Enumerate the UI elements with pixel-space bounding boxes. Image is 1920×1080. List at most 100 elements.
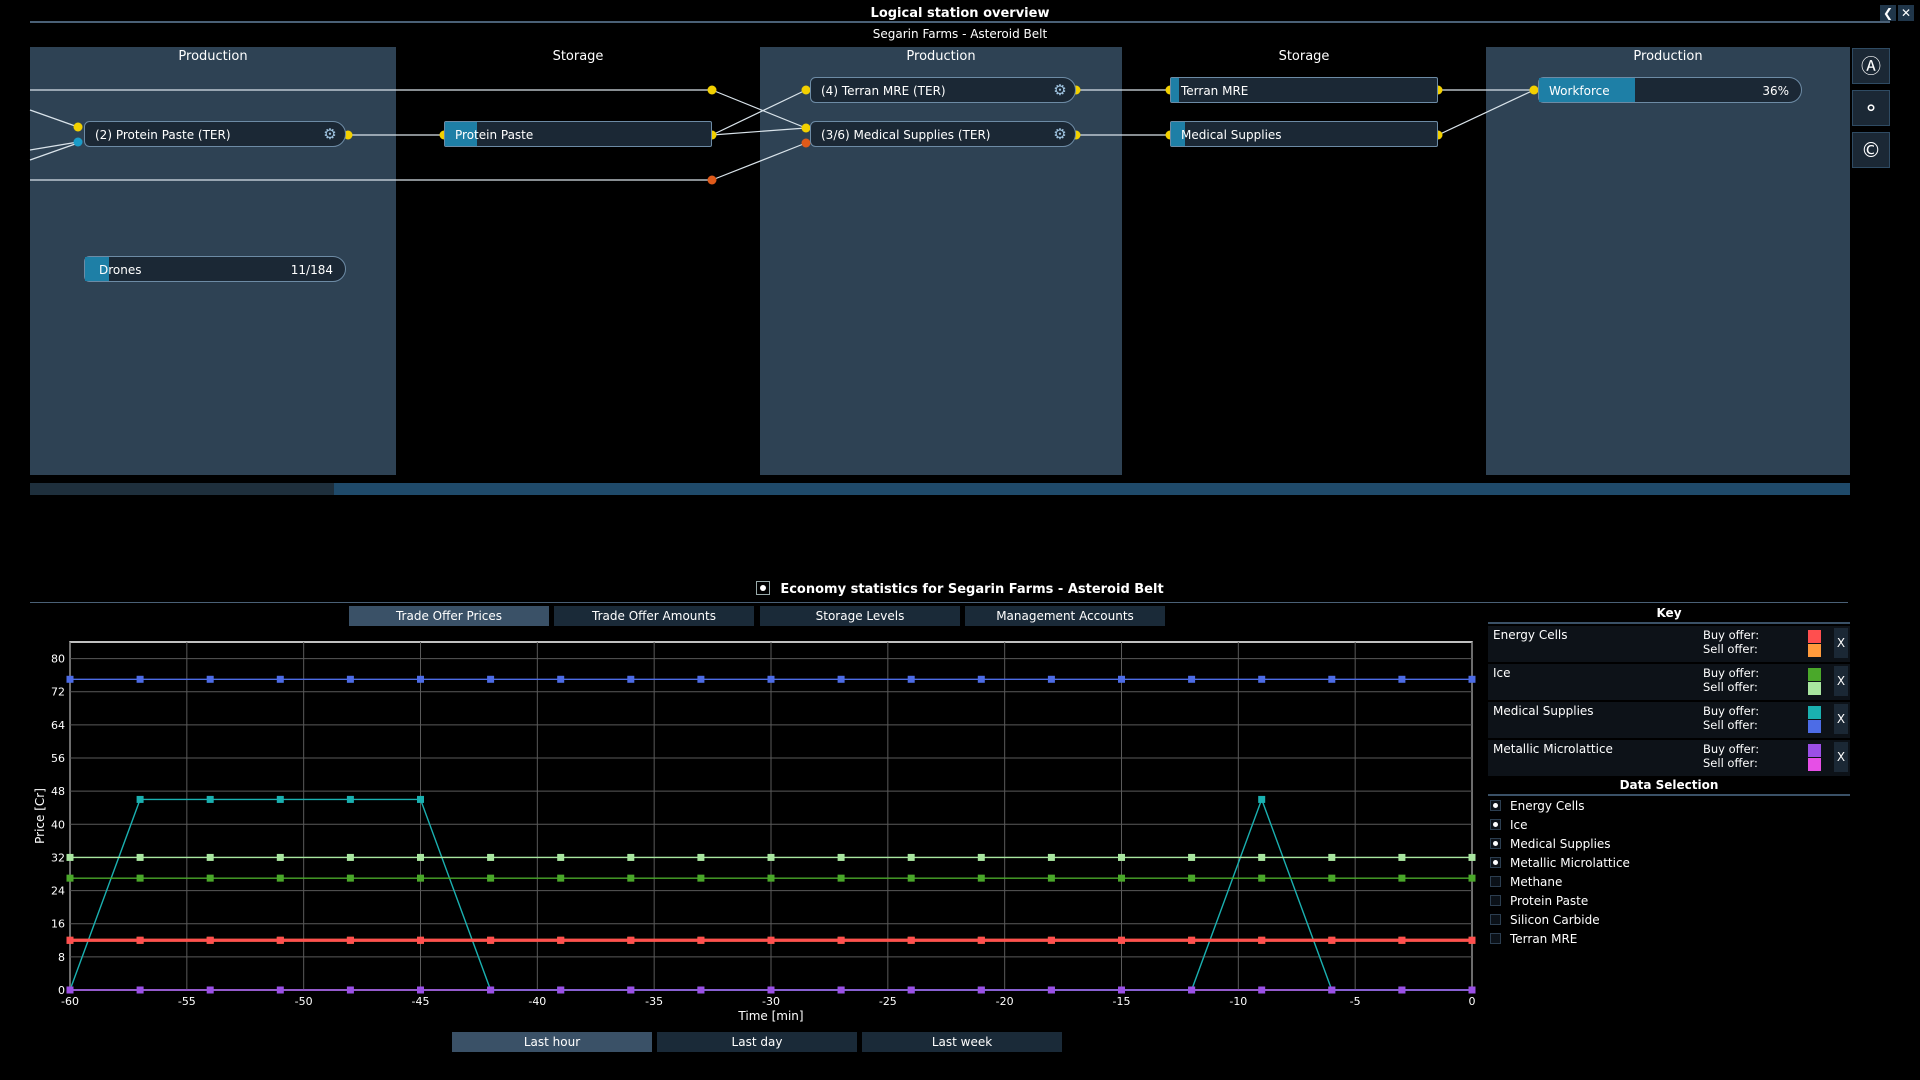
data-point xyxy=(1118,936,1125,944)
data-point xyxy=(417,936,424,944)
key-divider xyxy=(1488,622,1850,624)
data-point xyxy=(1398,986,1406,994)
tab-management-accounts[interactable]: Management Accounts xyxy=(965,606,1165,626)
module-terran-mre-production[interactable]: (4) Terran MRE (TER) ⚙ xyxy=(810,77,1076,103)
data-point xyxy=(1188,675,1196,683)
data-point xyxy=(1047,853,1055,861)
data-selection-item[interactable]: Methane xyxy=(1488,874,1848,892)
data-point xyxy=(346,874,354,882)
module-value: 11/184 xyxy=(290,263,333,277)
data-point xyxy=(1398,936,1406,944)
y-tick-label: 0 xyxy=(58,984,65,997)
buy-color-swatch[interactable] xyxy=(1808,668,1821,681)
sell-color-swatch[interactable] xyxy=(1808,720,1821,733)
data-selection-item[interactable]: Energy Cells xyxy=(1488,798,1848,816)
range-last-hour[interactable]: Last hour xyxy=(452,1032,652,1052)
x-tick-label: -40 xyxy=(528,995,546,1008)
buy-color-swatch[interactable] xyxy=(1808,706,1821,719)
data-point xyxy=(767,874,775,882)
data-point xyxy=(417,675,424,683)
sell-offer-label: Sell offer: xyxy=(1703,718,1758,732)
architect-icon[interactable]: Ⓐ xyxy=(1852,48,1890,84)
module-medical-supplies-production[interactable]: (3/6) Medical Supplies (TER) ⚙ xyxy=(810,121,1076,147)
data-point xyxy=(627,874,635,882)
key-row: Ice Buy offer: Sell offer: X xyxy=(1488,664,1850,700)
checkbox[interactable] xyxy=(1490,895,1501,906)
data-selection-item[interactable]: Terran MRE xyxy=(1488,931,1848,949)
data-selection-item[interactable]: Silicon Carbide xyxy=(1488,912,1848,930)
data-point xyxy=(66,675,74,683)
checkbox[interactable] xyxy=(1490,914,1501,925)
tab-storage-levels[interactable]: Storage Levels xyxy=(760,606,960,626)
data-point xyxy=(627,936,635,944)
data-point xyxy=(66,936,74,944)
data-point xyxy=(417,986,424,994)
key-title: Key xyxy=(1656,606,1682,620)
checkbox[interactable] xyxy=(1490,819,1501,830)
x-tick-label: -15 xyxy=(1113,995,1131,1008)
data-point xyxy=(977,675,985,683)
checkbox[interactable] xyxy=(1490,857,1501,868)
scrollbar-thumb[interactable] xyxy=(334,483,1850,495)
range-last-week[interactable]: Last week xyxy=(862,1032,1062,1052)
y-tick-label: 56 xyxy=(51,752,65,765)
data-point xyxy=(1468,986,1476,994)
checkbox[interactable] xyxy=(1490,876,1501,887)
credits-icon[interactable]: © xyxy=(1852,132,1890,168)
data-point xyxy=(66,853,74,861)
x-tick-label: -20 xyxy=(996,995,1014,1008)
gear-icon[interactable]: ⚙ xyxy=(1051,81,1069,99)
key-item-name: Medical Supplies xyxy=(1493,704,1594,718)
data-point xyxy=(346,795,354,803)
economy-title: Economy statistics for Segarin Farms - A… xyxy=(0,581,1920,597)
sell-color-swatch[interactable] xyxy=(1808,644,1821,657)
data-selection-label: Metallic Microlattice xyxy=(1510,856,1630,870)
remove-series-button[interactable]: X xyxy=(1834,742,1848,772)
data-selection-item[interactable]: Protein Paste xyxy=(1488,893,1848,911)
key-row: Energy Cells Buy offer: Sell offer: X xyxy=(1488,626,1850,662)
checkbox[interactable] xyxy=(1490,838,1501,849)
data-selection-item[interactable]: Medical Supplies xyxy=(1488,836,1848,854)
economy-toggle-checkbox[interactable] xyxy=(756,581,771,595)
gear-icon[interactable]: ⚙ xyxy=(1051,125,1069,143)
data-point xyxy=(66,986,74,994)
gear-icon[interactable]: ⚙ xyxy=(321,125,339,143)
storage-protein-paste[interactable]: Protein Paste xyxy=(444,121,712,147)
buy-color-swatch[interactable] xyxy=(1808,630,1821,643)
share-icon[interactable]: ⚬ xyxy=(1852,90,1890,126)
data-point xyxy=(837,936,845,944)
data-point xyxy=(1258,853,1266,861)
y-tick-label: 24 xyxy=(51,885,65,898)
data-selection-item[interactable]: Metallic Microlattice xyxy=(1488,855,1848,873)
data-point xyxy=(1047,675,1055,683)
data-selection-label: Protein Paste xyxy=(1510,894,1589,908)
data-selection-divider xyxy=(1488,794,1850,796)
tab-trade-offer-prices[interactable]: Trade Offer Prices xyxy=(349,606,549,626)
data-point xyxy=(1328,936,1336,944)
remove-series-button[interactable]: X xyxy=(1834,666,1848,696)
module-drones[interactable]: Drones 11/184 xyxy=(84,256,346,282)
remove-series-button[interactable]: X xyxy=(1834,628,1848,658)
checkbox[interactable] xyxy=(1490,800,1501,811)
remove-series-button[interactable]: X xyxy=(1834,704,1848,734)
tab-trade-offer-amounts[interactable]: Trade Offer Amounts xyxy=(554,606,754,626)
storage-medical-supplies[interactable]: Medical Supplies xyxy=(1170,121,1438,147)
module-protein-paste-production[interactable]: (2) Protein Paste (TER) ⚙ xyxy=(84,121,346,147)
sell-color-swatch[interactable] xyxy=(1808,758,1821,771)
checkbox[interactable] xyxy=(1490,933,1501,944)
data-selection-item[interactable]: Ice xyxy=(1488,817,1848,835)
data-point xyxy=(557,986,565,994)
storage-label: Medical Supplies xyxy=(1181,128,1282,142)
sell-color-swatch[interactable] xyxy=(1808,682,1821,695)
range-last-day[interactable]: Last day xyxy=(657,1032,857,1052)
storage-label: Terran MRE xyxy=(1181,84,1249,98)
data-point xyxy=(206,874,214,882)
storage-terran-mre[interactable]: Terran MRE xyxy=(1170,77,1438,103)
buy-offer-label: Buy offer: xyxy=(1703,666,1760,680)
data-point xyxy=(1118,874,1125,882)
buy-color-swatch[interactable] xyxy=(1808,744,1821,757)
data-point xyxy=(1188,936,1196,944)
module-workforce[interactable]: Workforce 36% xyxy=(1538,77,1802,103)
data-point xyxy=(276,936,284,944)
data-point xyxy=(417,874,424,882)
